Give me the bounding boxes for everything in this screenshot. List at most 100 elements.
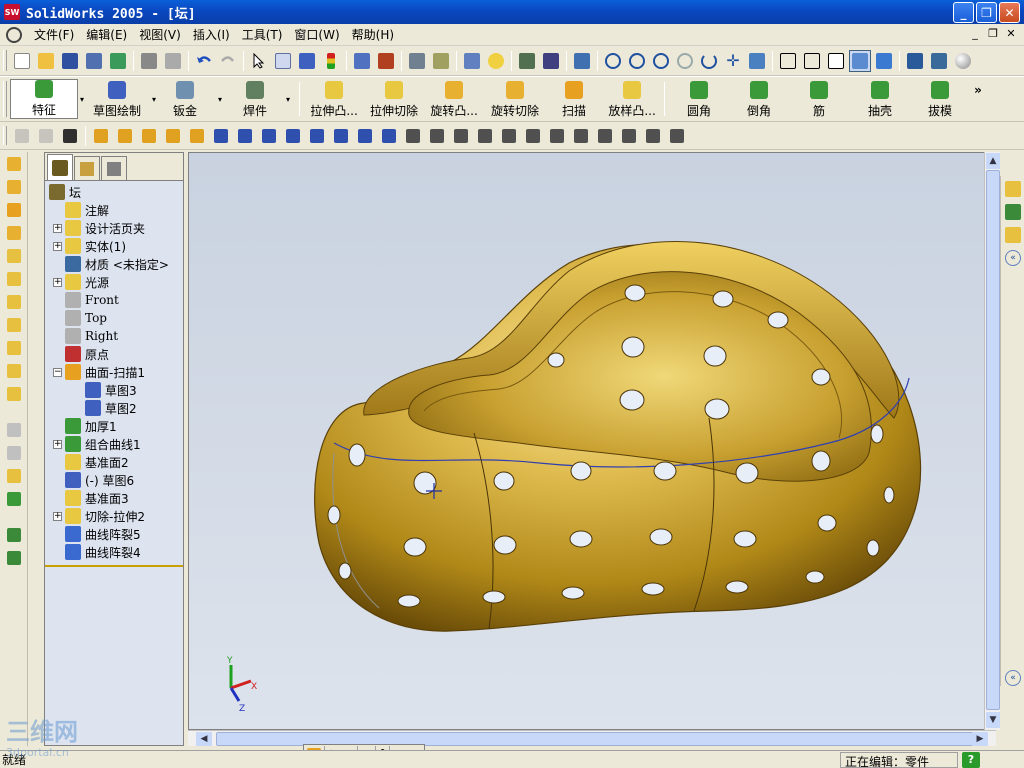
curve-c-icon[interactable] [2,465,26,487]
expand-pane-icon[interactable]: « [1003,668,1023,688]
title-bar[interactable]: SW SolidWorks 2005 - [坛] _ ❐ ✕ [0,0,1024,24]
filter-vertices-icon[interactable] [90,125,112,147]
curve-b-icon[interactable] [2,442,26,464]
draft-button[interactable]: 拔模 [910,79,970,119]
graphics-area[interactable]: Y X Z [188,152,996,730]
offset-surface-icon[interactable] [2,291,26,313]
filter-solid-bodies-icon[interactable] [186,125,208,147]
doc-restore-button[interactable]: ❐ [986,27,1000,40]
tree-item[interactable]: 加厚1 [45,417,183,435]
macro-icon[interactable] [430,50,452,72]
filter-axes-icon[interactable] [210,125,232,147]
zoom-area-icon[interactable] [626,50,648,72]
tree-item[interactable]: + 切除-拉伸2 [45,507,183,525]
filter-cameras-icon[interactable] [642,125,664,147]
pointer-tool-icon[interactable] [540,50,562,72]
scroll-right-arrow-icon[interactable]: ▶ [972,732,988,746]
make-assembly-icon[interactable] [107,50,129,72]
collapse-pane-icon[interactable]: « [1003,248,1023,268]
sketch-tab-button[interactable]: 草图绘制 [86,79,148,119]
tree-item[interactable]: Front [45,291,183,309]
filter-geometric-tolerance-icon[interactable] [426,125,448,147]
close-button[interactable]: ✕ [999,2,1020,23]
tree-item[interactable]: 基准面2 [45,453,183,471]
menu-window[interactable]: 窗口(W) [288,26,345,43]
rollback-bar[interactable] [45,565,183,567]
tree-item[interactable]: + 实体(1) [45,237,183,255]
rib-button[interactable]: 筋 [788,79,850,119]
hidden-lines-removed-icon[interactable] [825,50,847,72]
select-arrow-icon[interactable] [248,50,270,72]
loft-icon[interactable] [2,222,26,244]
menu-insert[interactable]: 插入(I) [187,26,236,43]
properties-icon[interactable] [461,50,483,72]
revolve-boss-button[interactable]: 旋转凸... [423,79,485,119]
select-filter-icon[interactable] [272,50,294,72]
tab-configuration-manager[interactable] [101,156,127,180]
print-drawing-icon[interactable] [83,50,105,72]
wrap-icon[interactable] [2,360,26,382]
rebuild-traffic-light-icon[interactable] [320,50,342,72]
mold-icon[interactable] [2,383,26,405]
filter-dimensions-icon[interactable] [378,125,400,147]
filter-sketch-points-icon[interactable] [282,125,304,147]
menu-tools[interactable]: 工具(T) [236,26,289,43]
scroll-left-arrow-icon[interactable]: ◀ [196,732,212,746]
scroll-down-arrow-icon[interactable]: ▼ [986,712,1000,728]
zoom-selection-icon[interactable] [674,50,696,72]
tree-item[interactable]: Top [45,309,183,327]
expand-toggle-icon[interactable]: + [53,277,62,287]
tree-item[interactable]: 原点 [45,345,183,363]
menu-edit[interactable]: 编辑(E) [80,26,133,43]
home-icon[interactable] [1003,179,1023,199]
doc-minimize-button[interactable]: _ [968,27,982,40]
loft-boss-button[interactable]: 放样凸... [603,79,661,119]
fillet-button[interactable]: 圆角 [668,79,730,119]
zoom-to-fit-icon[interactable] [602,50,624,72]
document-menu-icon[interactable] [6,26,22,43]
status-help-icon[interactable]: ? [962,752,980,768]
sweep-icon[interactable] [2,199,26,221]
shadow-icon[interactable] [904,50,926,72]
tree-item[interactable]: − 曲面-扫描1 [45,363,183,381]
standard-views-icon[interactable] [746,50,768,72]
filter-datum-targets-icon[interactable] [498,125,520,147]
extrude-cut-button[interactable]: 拉伸切除 [365,79,423,119]
filter-blocks-icon[interactable] [546,125,568,147]
tree-item[interactable]: 曲线阵裂5 [45,525,183,543]
menu-help[interactable]: 帮助(H) [346,26,400,43]
tree-item[interactable]: 注解 [45,201,183,219]
tab-feature-manager[interactable] [47,154,73,180]
expand-toggle-icon[interactable]: + [53,241,62,251]
boundary-icon[interactable] [2,245,26,267]
more-tools-chevron-icon[interactable]: » [974,83,982,97]
grid-icon[interactable] [351,50,373,72]
shaded-with-edges-icon[interactable] [849,49,871,72]
filter-faces-icon[interactable] [138,125,160,147]
filter-all-icon[interactable] [59,125,81,147]
print-preview-icon[interactable] [162,50,184,72]
tree-item[interactable]: 草图3 [45,381,183,399]
tree-item[interactable]: 坛 [45,183,183,201]
weldments-tab-button[interactable]: 焊件 [230,79,280,119]
tree-item[interactable]: (-) 草图6 [45,471,183,489]
pan-icon[interactable]: ✛ [722,50,744,72]
menu-view[interactable]: 视图(V) [133,26,187,43]
redo-icon[interactable] [217,50,239,72]
tree-item[interactable]: + 光源 [45,273,183,291]
filter-center-marks-icon[interactable] [330,125,352,147]
menu-file[interactable]: 文件(F) [28,26,80,43]
undo-icon[interactable] [193,50,215,72]
filter-walkthrough-icon[interactable] [666,125,688,147]
doc-close-button[interactable]: ✕ [1004,27,1018,40]
chamfer-button[interactable]: 倒角 [730,79,788,119]
filter-connection-points-icon[interactable] [594,125,616,147]
maximize-button[interactable]: ❐ [976,2,997,23]
expand-toggle-icon[interactable]: + [53,223,62,233]
tree-item[interactable]: + 设计活页夹 [45,219,183,237]
measure-icon[interactable] [571,50,593,72]
filter-weld-symbols-icon[interactable] [474,125,496,147]
options-icon[interactable] [406,50,428,72]
tab-property-manager[interactable] [74,156,100,180]
sweep-button[interactable]: 扫描 [545,79,603,119]
